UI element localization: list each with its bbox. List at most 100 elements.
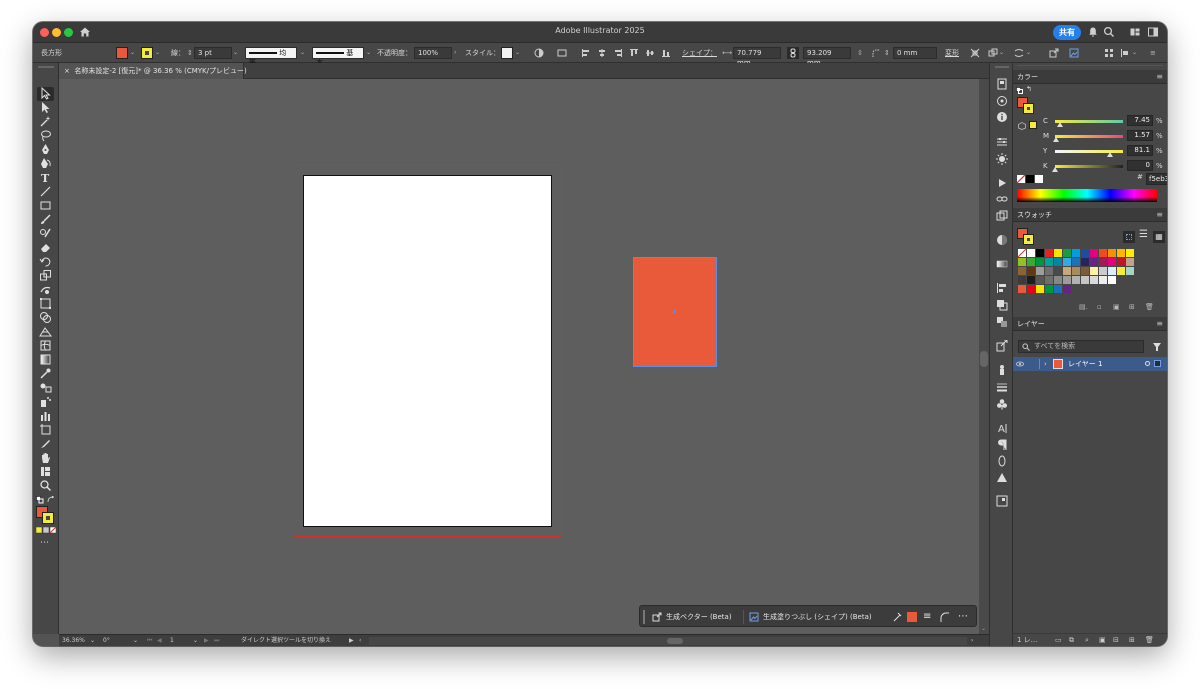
layer-row[interactable]: › レイヤー 1 (1013, 357, 1167, 371)
swatch[interactable] (1099, 276, 1107, 284)
width-field[interactable]: 70.779 mm (733, 47, 781, 67)
opentype-panel-icon[interactable] (996, 455, 1008, 467)
corner-stepper-icon[interactable]: ⇕ (884, 43, 890, 63)
brush-chevron-down-icon[interactable]: ⌄ (366, 43, 371, 63)
color-panel-menu-icon[interactable]: ≡ (1156, 70, 1163, 84)
swatch[interactable] (1045, 285, 1053, 293)
swatch[interactable] (1090, 276, 1098, 284)
print-tiling-tool-icon[interactable] (39, 465, 52, 478)
swatch[interactable] (1054, 258, 1062, 266)
appearance-panel-icon[interactable] (996, 95, 1008, 107)
swatch[interactable] (1045, 276, 1053, 284)
swatch-grid[interactable] (1018, 249, 1164, 295)
swatch[interactable] (1072, 267, 1080, 275)
paragraph-panel-icon[interactable] (996, 439, 1008, 451)
profile-chevron-down-icon[interactable]: ⌄ (300, 43, 305, 63)
swatch[interactable] (1045, 267, 1053, 275)
swatch-options-icon[interactable]: ▣ (1113, 303, 1120, 311)
swatch[interactable] (1036, 276, 1044, 284)
column-graph-tool-icon[interactable] (39, 409, 52, 422)
fill-color-button[interactable] (907, 612, 917, 622)
tools-grip[interactable] (38, 66, 54, 68)
slice-tool-icon[interactable] (39, 437, 52, 450)
layer-name[interactable]: レイヤー 1 (1068, 357, 1102, 371)
export-asset-icon[interactable] (996, 340, 1008, 352)
swatch[interactable] (1018, 267, 1026, 275)
swatch[interactable] (1126, 267, 1134, 275)
swatch-libraries-icon[interactable]: ▤. (1079, 303, 1088, 311)
recolor-icon[interactable] (892, 612, 902, 622)
swatch[interactable] (1027, 267, 1035, 275)
workspace-switcher-icon[interactable] (1129, 26, 1141, 38)
swatch[interactable] (1027, 258, 1035, 266)
rotation-chevron-down-icon[interactable]: ⌄ (133, 635, 138, 646)
panel-toggle-icon[interactable] (1147, 26, 1159, 38)
lasso-tool-icon[interactable] (39, 129, 52, 142)
corner-radius-field[interactable]: 0 mm (893, 47, 937, 59)
swatch[interactable] (1027, 276, 1035, 284)
white-swatch[interactable] (1035, 175, 1043, 183)
align-center-icon[interactable] (597, 48, 607, 58)
edit-toolbar-more-icon[interactable]: ⋯ (40, 538, 49, 548)
stroke-panel-icon[interactable] (996, 381, 1008, 393)
swatch[interactable] (1099, 258, 1107, 266)
channel-value-field[interactable]: 1.57 (1127, 130, 1153, 141)
layers-search-input[interactable]: すべてを検索 (1018, 340, 1144, 353)
layers-panel-menu-icon[interactable]: ≡ (1156, 317, 1163, 331)
arrange-icon[interactable] (1104, 48, 1114, 58)
swatch[interactable] (1036, 285, 1044, 293)
channel-value-field[interactable]: 7.45 (1127, 115, 1153, 126)
generate-vector-button[interactable]: 生成ベクター (Beta) (666, 606, 732, 628)
pathfinder-panel-icon[interactable] (996, 299, 1008, 311)
swatch[interactable] (1054, 276, 1062, 284)
gradient-panel-icon[interactable] (996, 258, 1008, 270)
free-transform-tool-icon[interactable] (39, 297, 52, 310)
stroke-weight-field[interactable]: 3 pt (194, 47, 232, 59)
actions-play-icon[interactable] (996, 177, 1008, 189)
document-tab[interactable]: × 名称未設定-2 [復元]* @ 36.36 % (CMYK/プレビュー) (59, 63, 247, 79)
collect-export-icon[interactable]: ▭ (1055, 634, 1062, 646)
stroke-swatch[interactable] (141, 47, 153, 59)
stroke-weight-chevron-down-icon[interactable]: ⌄ (233, 43, 238, 63)
fill-swatch[interactable] (116, 47, 128, 59)
zoom-tool-icon[interactable] (39, 479, 52, 492)
distribute-chevron-down-icon[interactable]: ⌄ (1132, 43, 1137, 63)
delete-swatch-icon[interactable]: 🗑 (1145, 303, 1154, 311)
links-panel-icon[interactable] (996, 193, 1008, 205)
zoom-level[interactable]: 36.36% (62, 635, 85, 646)
height-field[interactable]: 93.209 mm (803, 47, 851, 67)
style-chevron-down-icon[interactable]: ⌄ (515, 43, 520, 63)
channel-value-field[interactable]: 81.1 (1127, 145, 1153, 156)
channel-track[interactable] (1055, 165, 1123, 168)
zoom-chevron-down-icon[interactable]: ⌄ (90, 635, 95, 646)
expand-chevron-icon[interactable]: › (1044, 357, 1047, 371)
artboard-chevron-down-icon[interactable]: ⌄ (193, 635, 198, 646)
swatch[interactable] (1045, 258, 1053, 266)
image-trace-icon[interactable] (1069, 48, 1079, 58)
warp-icon[interactable] (1014, 48, 1024, 58)
color-panel-title[interactable]: カラー (1017, 70, 1038, 84)
swap-colors-icon[interactable] (47, 496, 55, 504)
channel-thumb[interactable] (1056, 122, 1063, 127)
horizontal-scrollbar-thumb[interactable] (667, 638, 683, 644)
target-circle-icon[interactable] (1145, 361, 1150, 366)
sun-brightness-icon[interactable] (996, 153, 1008, 165)
visibility-eye-icon[interactable] (1016, 360, 1024, 368)
swatch[interactable] (1117, 267, 1125, 275)
properties-panel-icon[interactable] (996, 78, 1008, 90)
scroll-down-arrow-icon[interactable]: ⌄ (981, 625, 986, 632)
swatch[interactable] (1072, 258, 1080, 266)
locate-object-icon[interactable]: ⧉ (1069, 634, 1074, 646)
locate-search-icon[interactable]: ⌕ (1085, 634, 1089, 646)
perspective-grid-tool-icon[interactable] (39, 325, 52, 338)
channel-slider-k[interactable]: K 0% (1043, 160, 1167, 172)
swatch[interactable] (1027, 285, 1035, 293)
channel-track[interactable] (1055, 120, 1123, 123)
recolor-artwork-icon[interactable] (534, 48, 544, 58)
gradient-tool-icon[interactable] (39, 353, 52, 366)
task-bar-more-icon[interactable]: ⋯ (958, 606, 968, 628)
color-mode-icons[interactable] (36, 527, 56, 534)
swatches-panel-menu-icon[interactable]: ≡ (1156, 208, 1163, 222)
swatch[interactable] (1081, 249, 1089, 257)
constrain-proportions-icon[interactable] (787, 47, 799, 59)
